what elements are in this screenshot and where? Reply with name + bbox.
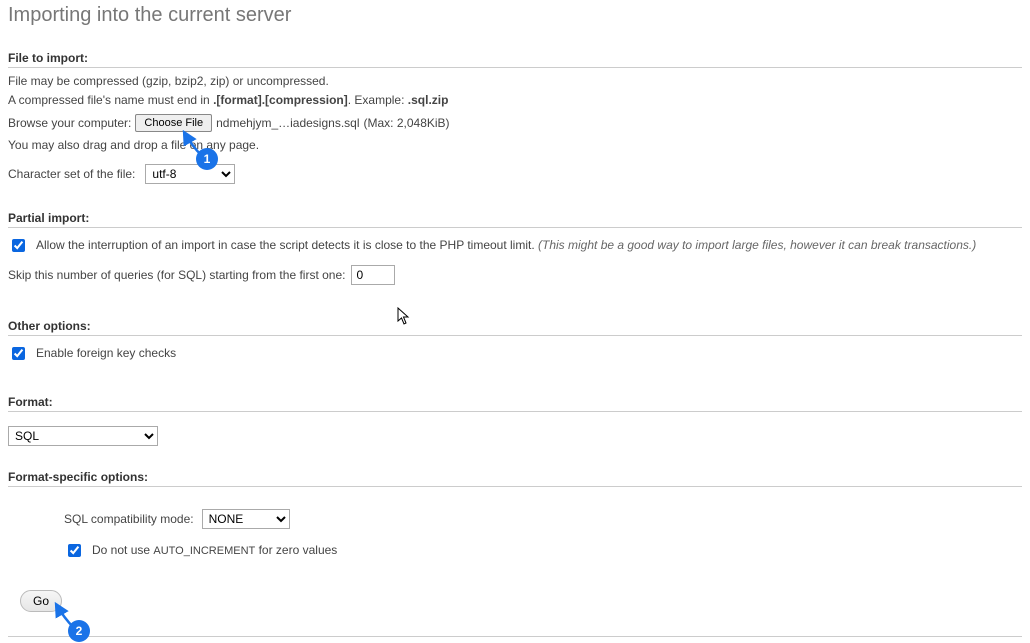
fso-label: Format-specific options: bbox=[8, 470, 1022, 487]
charset-select[interactable]: utf-8 bbox=[145, 164, 235, 184]
compress-info-2: A compressed file's name must end in .[f… bbox=[8, 93, 1022, 109]
sql-compat-select[interactable]: NONE bbox=[202, 509, 290, 529]
compress-info-1: File may be compressed (gzip, bzip2, zip… bbox=[8, 74, 1022, 90]
max-size-label: (Max: 2,048KiB) bbox=[364, 116, 450, 130]
foreign-key-label: Enable foreign key checks bbox=[36, 346, 176, 360]
drag-drop-info: You may also drag and drop a file on any… bbox=[8, 138, 1022, 154]
divider bbox=[8, 636, 1022, 637]
skip-queries-label: Skip this number of queries (for SQL) st… bbox=[8, 268, 345, 282]
charset-label: Character set of the file: bbox=[8, 167, 135, 181]
browse-label: Browse your computer: bbox=[8, 116, 131, 130]
file-import-label: File to import: bbox=[8, 51, 1022, 68]
format-select[interactable]: SQL bbox=[8, 426, 158, 446]
allow-interruption-text: Allow the interruption of an import in c… bbox=[36, 238, 538, 252]
allow-interruption-checkbox[interactable] bbox=[12, 239, 25, 252]
selected-filename: ndmehjym_…iadesigns.sql bbox=[216, 116, 359, 130]
annotation-marker-2: 2 bbox=[68, 620, 90, 642]
no-autoincrement-label: Do not use AUTO_INCREMENT for zero value… bbox=[92, 543, 337, 557]
skip-queries-input[interactable] bbox=[351, 265, 395, 285]
page-title: Importing into the current server bbox=[8, 4, 1022, 27]
go-button[interactable]: Go bbox=[20, 590, 62, 612]
foreign-key-checkbox[interactable] bbox=[12, 347, 25, 360]
format-label: Format: bbox=[8, 395, 1022, 412]
choose-file-button[interactable]: Choose File bbox=[135, 114, 212, 132]
allow-interruption-hint: (This might be a good way to import larg… bbox=[538, 238, 976, 252]
no-autoincrement-checkbox[interactable] bbox=[68, 544, 81, 557]
other-options-label: Other options: bbox=[8, 319, 1022, 336]
sql-compat-label: SQL compatibility mode: bbox=[64, 512, 194, 526]
partial-import-label: Partial import: bbox=[8, 211, 1022, 228]
